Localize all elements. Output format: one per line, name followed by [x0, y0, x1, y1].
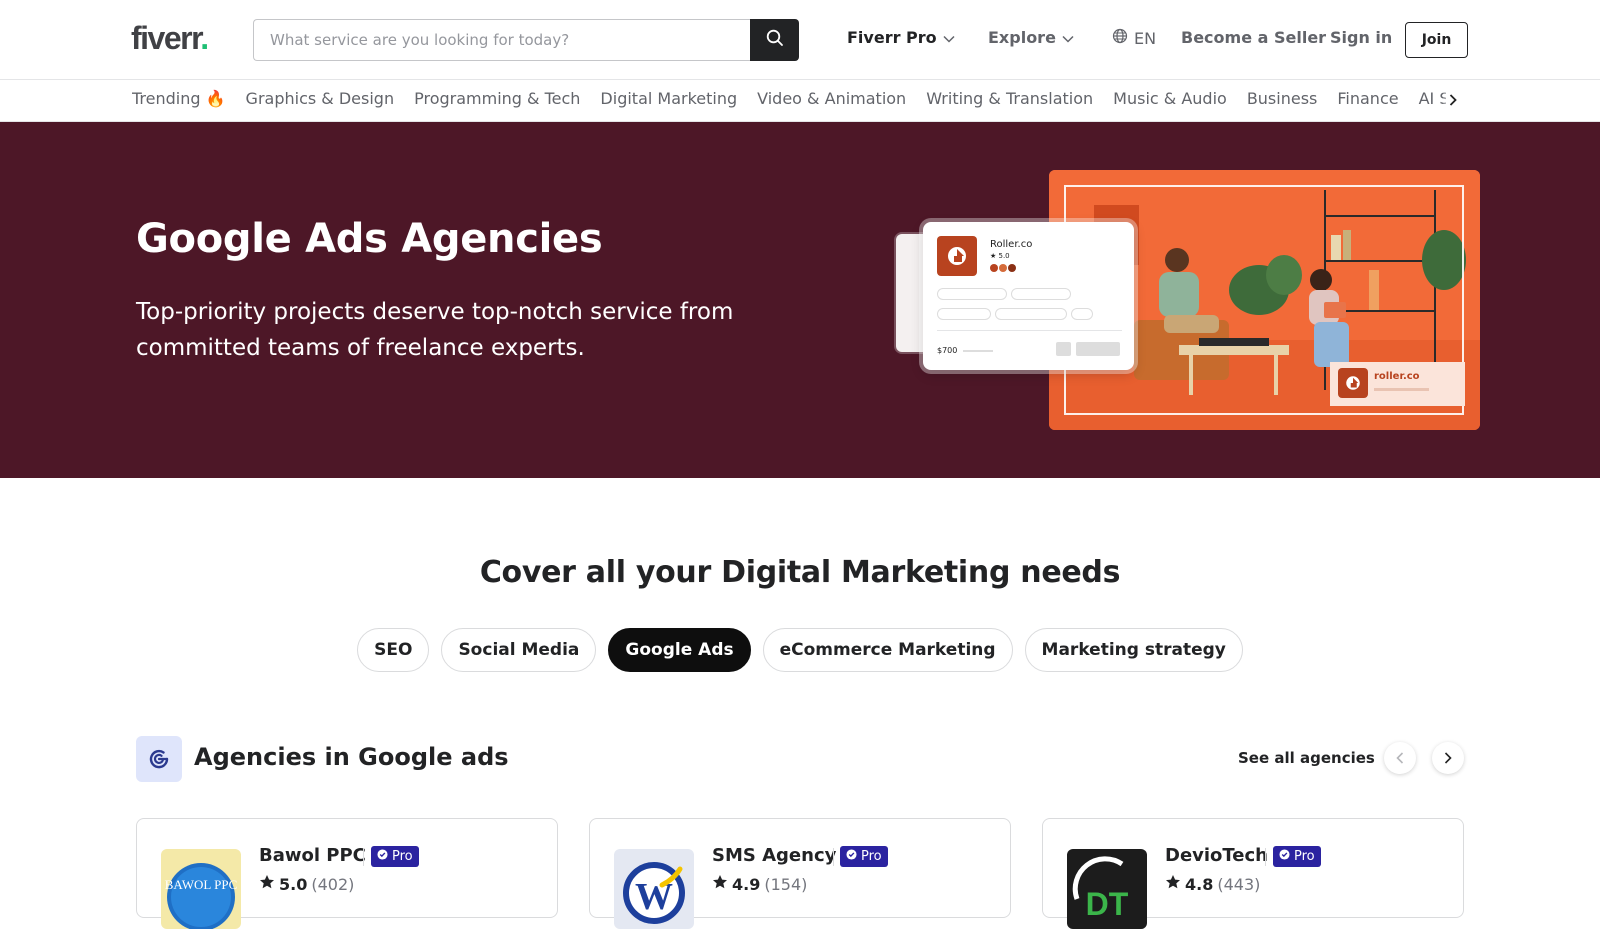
language-label: EN: [1134, 28, 1157, 48]
roller-logo-icon: [937, 236, 977, 276]
mock-agency-rating: ★ 5.0: [990, 252, 1010, 260]
carousel-prev-button[interactable]: [1384, 742, 1416, 774]
category-digital-marketing[interactable]: Digital Marketing: [600, 89, 737, 108]
chevron-down-icon: [1062, 28, 1074, 47]
agency-card[interactable]: BAWOL PPC Bawol PPC Pro 5.0 (402): [136, 818, 558, 929]
category-scroll-right[interactable]: [1443, 90, 1463, 110]
search-icon: [766, 29, 784, 51]
agencies-title: Agencies in Google ads: [194, 743, 509, 771]
language-selector[interactable]: EN: [1112, 28, 1156, 48]
category-trending[interactable]: Trending 🔥: [132, 89, 226, 108]
sign-in-link[interactable]: Sign in: [1330, 28, 1392, 47]
roller-logo-icon: [1338, 368, 1368, 398]
agency-rating: 4.9 (154): [712, 874, 807, 894]
google-ads-icon: [136, 736, 182, 782]
mock-agency-name: Roller.co: [990, 239, 1033, 250]
agency-corner-badge: roller.co: [1330, 362, 1465, 406]
globe-icon: [1112, 28, 1128, 48]
become-seller-link[interactable]: Become a Seller: [1181, 28, 1326, 47]
agency-name[interactable]: DevioTech: [1165, 845, 1268, 866]
search-input[interactable]: [253, 19, 750, 61]
mock-avatars: [990, 264, 1016, 272]
pro-badge: Pro: [371, 846, 419, 867]
category-programming-tech[interactable]: Programming & Tech: [414, 89, 580, 108]
mock-price: $700: [937, 346, 958, 355]
join-button[interactable]: Join: [1405, 22, 1468, 58]
star-icon: [1165, 874, 1181, 894]
category-music-audio[interactable]: Music & Audio: [1113, 89, 1227, 108]
chip-social-media[interactable]: Social Media: [441, 628, 597, 672]
agency-name[interactable]: SMS Agency: [712, 845, 836, 866]
pro-badge: Pro: [840, 846, 888, 867]
fiverr-pro-menu[interactable]: Fiverr Pro: [847, 28, 955, 47]
category-graphics-design[interactable]: Graphics & Design: [246, 89, 395, 108]
agency-card[interactable]: DT DevioTech Pro 4.8 (443): [1042, 818, 1464, 929]
chip-google-ads[interactable]: Google Ads: [608, 628, 751, 672]
star-icon: [259, 874, 275, 894]
chevron-down-icon: [943, 28, 955, 47]
chip-seo[interactable]: SEO: [357, 628, 430, 672]
fiverr-pro-label: Fiverr Pro: [847, 28, 937, 47]
corner-badge-name: roller.co: [1374, 371, 1420, 382]
category-list: Trending 🔥 Graphics & Design Programming…: [132, 89, 1446, 108]
agency-name[interactable]: Bawol PPC: [259, 845, 366, 866]
chip-ecommerce-marketing[interactable]: eCommerce Marketing: [762, 628, 1013, 672]
explore-label: Explore: [988, 28, 1056, 47]
category-ai-services[interactable]: AI Services: [1419, 89, 1446, 108]
category-writing-translation[interactable]: Writing & Translation: [926, 89, 1093, 108]
svg-text:BAWOL PPC: BAWOL PPC: [165, 877, 238, 892]
top-header: fiverr. Fiverr Pro Explore EN Become a S…: [0, 0, 1600, 80]
chevron-left-icon: [1396, 749, 1404, 768]
carousel-next-button[interactable]: [1432, 742, 1464, 774]
category-video-animation[interactable]: Video & Animation: [757, 89, 906, 108]
pro-badge: Pro: [1273, 846, 1321, 867]
hero-title: Google Ads Agencies: [136, 216, 603, 262]
subcategory-chips: SEO Social Media Google Ads eCommerce Ma…: [0, 628, 1600, 672]
chevron-right-icon: [1444, 749, 1452, 768]
verified-icon: [1279, 849, 1290, 864]
category-finance[interactable]: Finance: [1337, 89, 1398, 108]
hero-subtitle: Top-priority projects deserve top-notch …: [136, 299, 734, 361]
svg-text:DT: DT: [1086, 886, 1129, 922]
agency-avatar: DT: [1067, 849, 1147, 929]
section-title: Cover all your Digital Marketing needs: [479, 555, 1121, 590]
fiverr-logo[interactable]: fiverr.: [131, 20, 209, 57]
see-all-agencies-link[interactable]: See all agencies: [1238, 749, 1375, 767]
agency-avatar: W: [614, 849, 694, 929]
agency-rating: 5.0 (402): [259, 874, 354, 894]
chevron-right-icon: [1449, 91, 1457, 110]
mock-agency-card: Roller.co ★ 5.0 $700: [923, 222, 1134, 370]
star-icon: [712, 874, 728, 894]
agency-card[interactable]: W SMS Agency Pro 4.9 (154): [589, 818, 1011, 929]
category-business[interactable]: Business: [1247, 89, 1318, 108]
hero-banner: Google Ads Agencies Top-priority project…: [0, 122, 1600, 478]
verified-icon: [846, 849, 857, 864]
search-bar: [253, 19, 799, 61]
agency-rating: 4.8 (443): [1165, 874, 1260, 894]
category-menu: Trending 🔥 Graphics & Design Programming…: [0, 80, 1600, 122]
agency-avatar: BAWOL PPC: [161, 849, 241, 929]
search-button[interactable]: [750, 19, 799, 61]
explore-menu[interactable]: Explore: [988, 28, 1074, 47]
chip-marketing-strategy[interactable]: Marketing strategy: [1024, 628, 1243, 672]
verified-icon: [377, 849, 388, 864]
